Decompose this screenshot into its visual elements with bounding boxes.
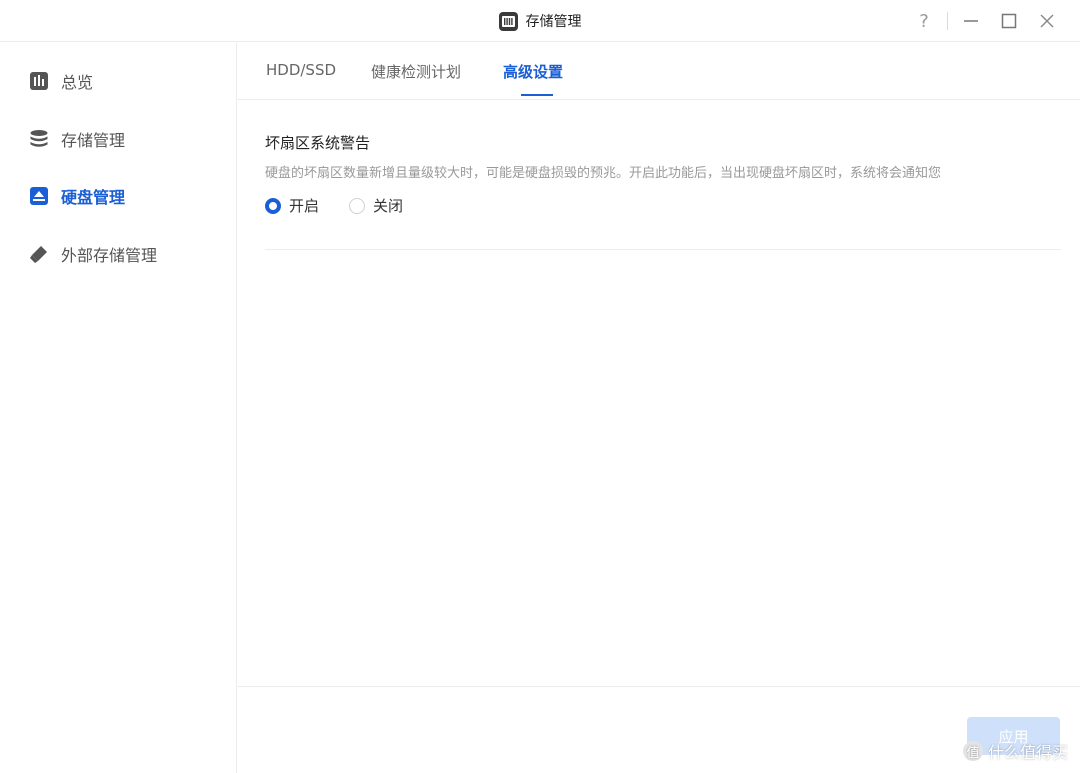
watermark-text: 什么值得买 — [987, 743, 1068, 762]
radio-enable[interactable]: 开启 — [265, 195, 319, 216]
sidebar: 总览 存储管理 硬盘管理 外部存储管理 — [0, 43, 237, 773]
maximize-button[interactable] — [990, 0, 1028, 42]
disk-icon — [28, 186, 49, 207]
tab-bar: HDD/SSD 健康检测计划 高级设置 — [238, 43, 1080, 100]
sidebar-item-disk[interactable]: 硬盘管理 — [28, 181, 125, 211]
watermark: 值 什么值得买 — [962, 739, 1068, 763]
footer-bar: 应用 — [238, 686, 1080, 773]
radio-checked-icon[interactable] — [265, 197, 281, 214]
sidebar-item-label: 总览 — [61, 73, 94, 92]
usb-drive-icon — [28, 244, 49, 265]
main-panel: HDD/SSD 健康检测计划 高级设置 坏扇区系统警告 硬盘的坏扇区数量新增且量… — [238, 43, 1080, 773]
help-icon: ? — [919, 10, 929, 32]
database-icon — [28, 129, 49, 150]
tab-advanced[interactable]: 高级设置 — [503, 61, 563, 82]
sidebar-item-label: 硬盘管理 — [61, 188, 126, 207]
close-icon — [1040, 14, 1054, 28]
radio-unchecked-icon[interactable] — [349, 197, 366, 214]
help-button[interactable]: ? — [905, 0, 943, 42]
minimize-icon — [964, 20, 978, 22]
radio-disable[interactable]: 关闭 — [349, 195, 403, 216]
storage-manager-window: 存储管理 ? 总览 存储管理 硬盘管理 外部存储管理 HDD/SSD 健康检测计… — [0, 0, 1080, 773]
title-bar: 存储管理 ? — [0, 0, 1080, 42]
section-divider — [265, 249, 1061, 250]
minimize-button[interactable] — [952, 0, 990, 42]
sidebar-item-external[interactable]: 外部存储管理 — [28, 239, 157, 269]
section-description: 硬盘的坏扇区数量新增且量级较大时，可能是硬盘损毁的预兆。开启此功能后，当出现硬盘… — [265, 166, 942, 181]
sidebar-item-storage[interactable]: 存储管理 — [28, 124, 125, 154]
tab-hdd-ssd[interactable]: HDD/SSD — [266, 61, 336, 79]
bad-sector-warning-section: 坏扇区系统警告 硬盘的坏扇区数量新增且量级较大时，可能是硬盘损毁的预兆。开启此功… — [265, 132, 1061, 216]
maximize-icon — [1001, 13, 1017, 29]
storage-app-icon — [498, 11, 518, 31]
window-title: 存储管理 — [525, 14, 582, 30]
watermark-badge-icon: 值 — [962, 741, 983, 761]
radio-group: 开启 关闭 — [265, 195, 1061, 216]
sidebar-item-overview[interactable]: 总览 — [28, 66, 93, 96]
radio-label: 开启 — [289, 197, 320, 215]
close-button[interactable] — [1028, 0, 1066, 42]
window-controls: ? — [905, 0, 1066, 42]
active-tab-indicator — [521, 94, 553, 96]
controls-separator — [947, 12, 948, 30]
section-title: 坏扇区系统警告 — [265, 134, 371, 152]
sidebar-item-label: 外部存储管理 — [61, 246, 158, 265]
radio-label: 关闭 — [373, 197, 404, 215]
chart-icon — [28, 71, 49, 92]
sidebar-item-label: 存储管理 — [61, 131, 126, 150]
tab-health-check[interactable]: 健康检测计划 — [371, 61, 461, 82]
